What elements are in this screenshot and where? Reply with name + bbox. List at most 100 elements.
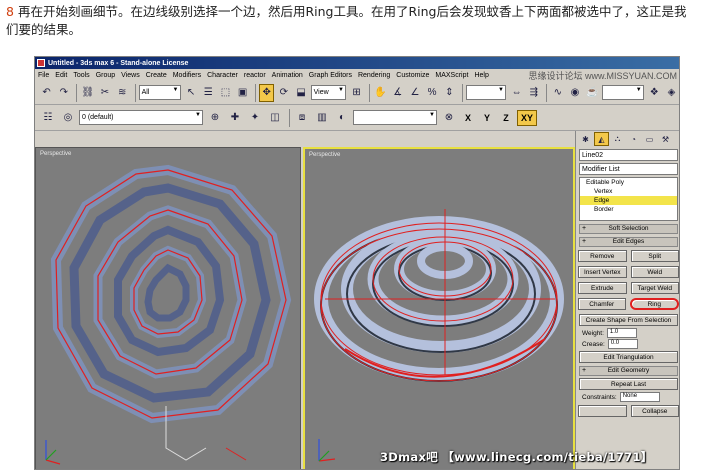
named-selection-dropdown[interactable]	[465, 85, 506, 100]
undo-icon[interactable]: ↶	[39, 83, 55, 102]
percent-snap-icon[interactable]: %	[424, 83, 440, 102]
align-icon[interactable]: ⇶	[526, 83, 542, 102]
window-crossing-icon[interactable]: ▣	[235, 83, 251, 102]
transform-gizmo-icon[interactable]: ⊗	[440, 108, 458, 127]
menu-character[interactable]: Character	[207, 72, 238, 79]
spinner-snap-icon[interactable]: ⇕	[441, 83, 457, 102]
stack-item-border[interactable]: Border	[580, 205, 677, 214]
reference-coordinate-dropdown[interactable]: View	[310, 85, 346, 100]
select-manipulate-icon[interactable]: ✋	[372, 83, 389, 102]
select-by-name-icon[interactable]: ☰	[200, 83, 216, 102]
stack-item-edge[interactable]: Edge	[580, 196, 677, 205]
bind-spacewarp-icon[interactable]: ≋	[114, 83, 130, 102]
rotate-icon[interactable]: ⟳	[276, 83, 292, 102]
render-type-dropdown[interactable]	[601, 85, 644, 100]
constraints-dropdown[interactable]: None	[619, 392, 660, 402]
stack-item-editable-poly[interactable]: Editable Poly	[580, 178, 677, 187]
pivot-icon[interactable]: ⊞	[348, 83, 365, 102]
axis-xy-button[interactable]: XY	[517, 109, 537, 126]
curve-editor-icon[interactable]: ∿	[550, 83, 566, 102]
axis-y-button[interactable]: Y	[479, 109, 495, 126]
target-weld-button[interactable]: Target Weld	[630, 282, 679, 294]
app-icon	[37, 59, 45, 67]
display-tab-icon[interactable]: ▭	[642, 132, 657, 146]
rollout-edit-edges[interactable]: Edit Edges	[579, 237, 678, 247]
rollout-edit-geometry[interactable]: Edit Geometry	[579, 366, 678, 376]
weight-input[interactable]: 1.0	[606, 328, 637, 338]
layer-dropdown[interactable]: 0 (default)	[79, 110, 203, 125]
edit-triangulation-button[interactable]: Edit Triangulation	[579, 351, 678, 363]
motion-tab-icon[interactable]: ◔	[626, 132, 641, 146]
create-tab-icon[interactable]: ✱	[578, 132, 593, 146]
active-shade-icon[interactable]: ◈	[663, 83, 679, 102]
menu-modifiers[interactable]: Modifiers	[173, 72, 201, 79]
angle-snap-icon[interactable]: ∠	[407, 83, 423, 102]
toolbar-separator	[461, 83, 463, 102]
quick-render-icon[interactable]: ❖	[646, 83, 662, 102]
remove-button[interactable]: Remove	[578, 250, 627, 262]
menu-views[interactable]: Views	[121, 72, 140, 79]
menu-help[interactable]: Help	[474, 72, 488, 79]
modify-tab-icon[interactable]: ◭	[594, 132, 609, 146]
menu-edit[interactable]: Edit	[55, 72, 67, 79]
unlink-icon[interactable]: ✂	[97, 83, 113, 102]
create-button[interactable]	[578, 405, 627, 417]
rollout-soft-selection[interactable]: Soft Selection	[579, 224, 678, 234]
viewport-right[interactable]: Perspective	[303, 147, 575, 469]
crease-input[interactable]: 0.0	[607, 339, 638, 349]
menu-file[interactable]: File	[38, 72, 49, 79]
menu-tools[interactable]: Tools	[73, 72, 89, 79]
axis-x-button[interactable]: X	[460, 109, 476, 126]
utilities-tab-icon[interactable]: ⚒	[658, 132, 673, 146]
select-object-icon[interactable]: ↖	[183, 83, 199, 102]
insert-vertex-button[interactable]: Insert Vertex	[578, 266, 627, 278]
link-icon[interactable]: ⛓	[80, 83, 96, 102]
object-name-field[interactable]: Line02	[579, 149, 678, 161]
new-layer-icon[interactable]: ⊕	[206, 108, 224, 127]
select-layer-icon[interactable]: ✦	[246, 108, 264, 127]
layer-props-icon[interactable]: ◎	[59, 108, 77, 127]
axis-tripod-right	[318, 439, 336, 462]
redo-icon[interactable]: ↷	[56, 83, 72, 102]
render-scene-icon[interactable]: ☕	[584, 83, 600, 102]
viewport-left[interactable]: Perspective	[35, 147, 301, 469]
menu-customize[interactable]: Customize	[396, 72, 429, 79]
menu-create[interactable]: Create	[146, 72, 167, 79]
menu-reactor[interactable]: reactor	[244, 72, 266, 79]
region-select-icon[interactable]: ⬚	[217, 83, 234, 102]
extrude-button[interactable]: Extrude	[578, 282, 627, 294]
split-button[interactable]: Split	[630, 250, 679, 262]
step-number: 8	[6, 4, 14, 19]
box-mode-icon[interactable]: ⧈	[293, 108, 311, 127]
mirror-icon[interactable]: ⇔	[509, 83, 525, 102]
stack-item-vertex[interactable]: Vertex	[580, 187, 677, 196]
weld-button[interactable]: Weld	[630, 266, 679, 278]
modifier-list-dropdown[interactable]: Modifier List	[579, 163, 678, 175]
current-layer-icon[interactable]: ◫	[266, 108, 284, 127]
layer-manager-icon[interactable]: ☷	[39, 108, 57, 127]
selection-filter-dropdown[interactable]: All	[138, 85, 181, 100]
cylinder-icon[interactable]: ▥	[313, 108, 331, 127]
chamfer-button[interactable]: Chamfer	[578, 298, 626, 310]
repeat-last-button[interactable]: Repeat Last	[579, 378, 678, 390]
create-shape-button[interactable]: Create Shape From Selection	[579, 314, 678, 326]
axis-z-button[interactable]: Z	[498, 109, 514, 126]
sphere-icon[interactable]: ◐	[333, 108, 351, 127]
viewport-right-label: Perspective	[309, 152, 341, 158]
hierarchy-tab-icon[interactable]: ⛬	[610, 132, 625, 146]
collapse-button[interactable]: Collapse	[630, 405, 679, 417]
snap-icon[interactable]: ∡	[390, 83, 406, 102]
add-to-layer-icon[interactable]: ✚	[226, 108, 244, 127]
menu-maxscript[interactable]: MAXScript	[435, 72, 468, 79]
menu-rendering[interactable]: Rendering	[358, 72, 390, 79]
scripting-dropdown[interactable]	[353, 110, 437, 125]
scale-icon[interactable]: ⬓	[293, 83, 309, 102]
menu-group[interactable]: Group	[96, 72, 115, 79]
menu-graph-editors[interactable]: Graph Editors	[309, 72, 352, 79]
menu-animation[interactable]: Animation	[272, 72, 303, 79]
viewport-left-label: Perspective	[40, 151, 72, 157]
move-icon[interactable]: ✥	[259, 83, 275, 102]
material-editor-icon[interactable]: ◉	[567, 83, 583, 102]
weight-label: Weight:	[582, 329, 604, 337]
ring-button[interactable]: Ring	[629, 298, 679, 310]
